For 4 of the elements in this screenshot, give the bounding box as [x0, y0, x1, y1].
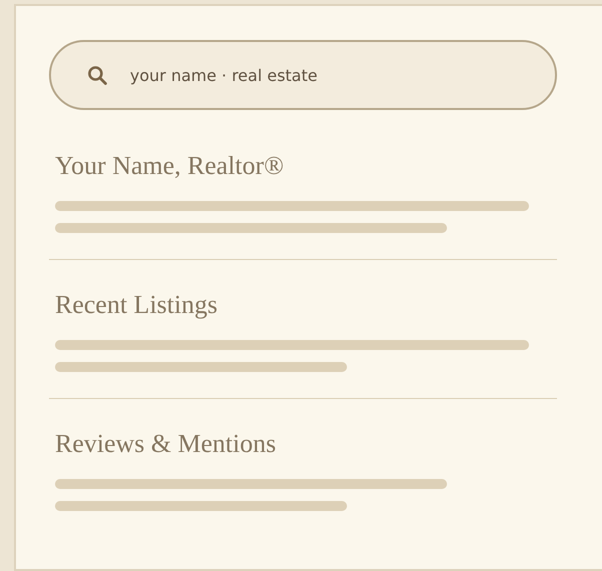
- section-heading: Recent Listings: [55, 289, 218, 321]
- section-heading: Reviews & Mentions: [55, 428, 277, 460]
- search-field[interactable]: your name · real estate: [49, 40, 557, 110]
- section-heading: Your Name, Realtor®: [55, 150, 285, 182]
